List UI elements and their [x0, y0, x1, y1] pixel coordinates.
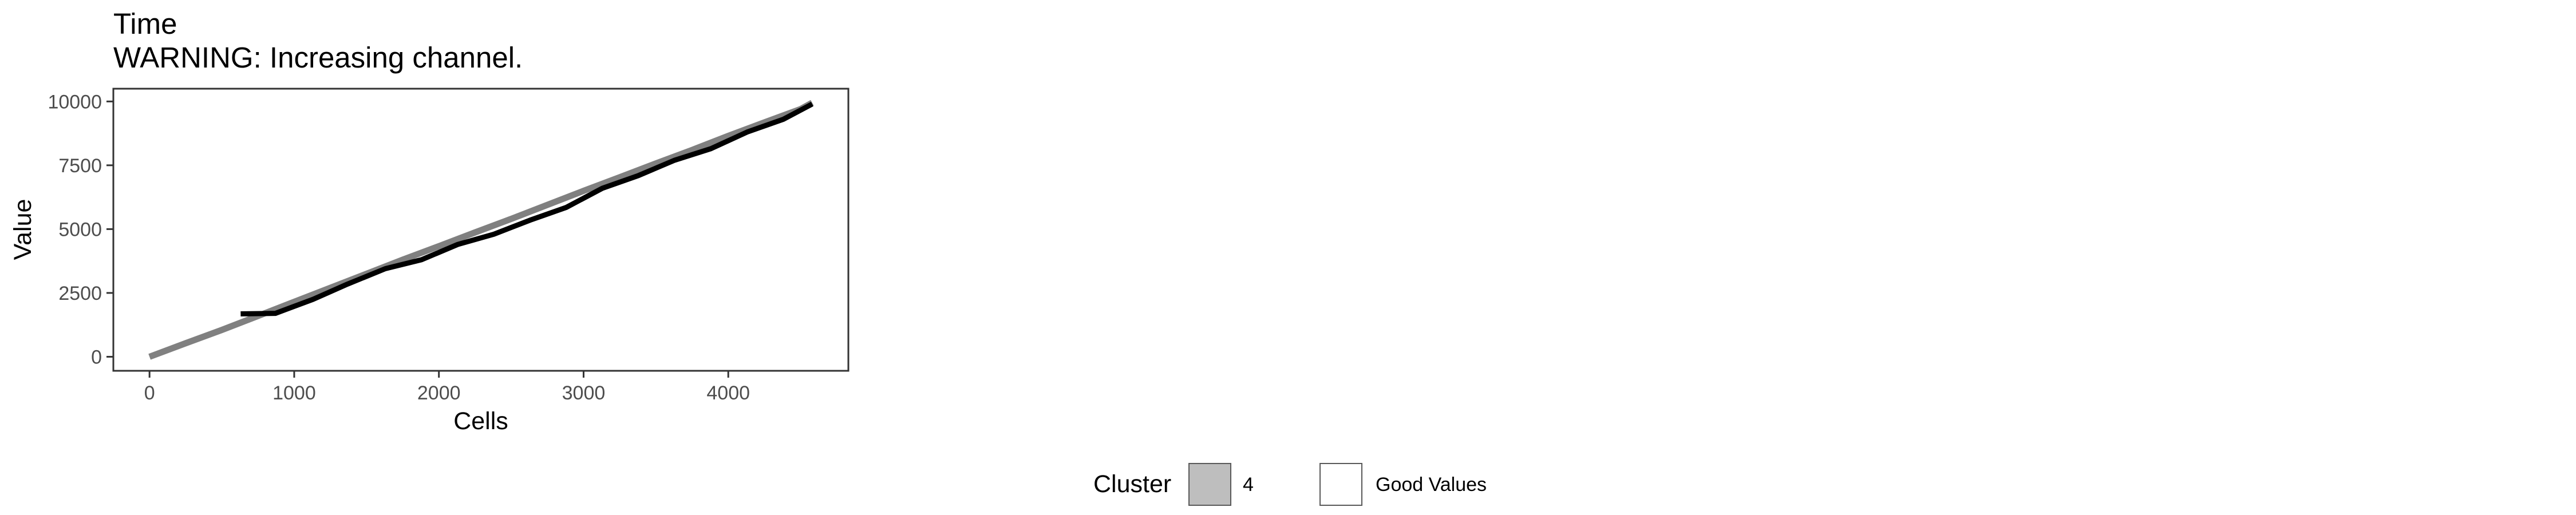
legend-label-good-values: Good Values [1376, 474, 1487, 496]
x-tick-label: 3000 [562, 382, 606, 404]
legend-key-cluster-4 [1188, 463, 1231, 506]
y-axis: 0 2500 5000 7500 10000 [48, 91, 113, 368]
chart: Time WARNING: Increasing channel. 0 1000 2… [9, 7, 1487, 506]
legend-title: Cluster [1093, 470, 1171, 498]
x-axis-title: Cells [453, 407, 508, 435]
y-axis-title: Value [9, 199, 37, 260]
chart-subtitle: WARNING: Increasing channel. [113, 41, 523, 74]
plot-panel [112, 88, 850, 372]
x-axis: 0 1000 2000 3000 4000 [144, 371, 750, 404]
legend-label-cluster-4: 4 [1243, 474, 1254, 496]
legend: Cluster 4 Good Values [1093, 463, 1487, 506]
x-tick-label: 0 [144, 382, 155, 404]
x-tick-label: 1000 [272, 382, 316, 404]
x-tick-label: 4000 [706, 382, 750, 404]
chart-title: Time [113, 7, 177, 40]
legend-key-good-values [1319, 463, 1362, 506]
y-tick-label: 10000 [48, 91, 102, 113]
y-tick-label: 2500 [58, 283, 102, 304]
x-tick-label: 2000 [417, 382, 461, 404]
legend-item-cluster-4: 4 [1188, 463, 1254, 506]
y-tick-label: 5000 [58, 219, 102, 240]
legend-item-good-values: Good Values [1319, 463, 1487, 506]
y-tick-label: 7500 [58, 155, 102, 177]
y-tick-label: 0 [91, 346, 102, 368]
